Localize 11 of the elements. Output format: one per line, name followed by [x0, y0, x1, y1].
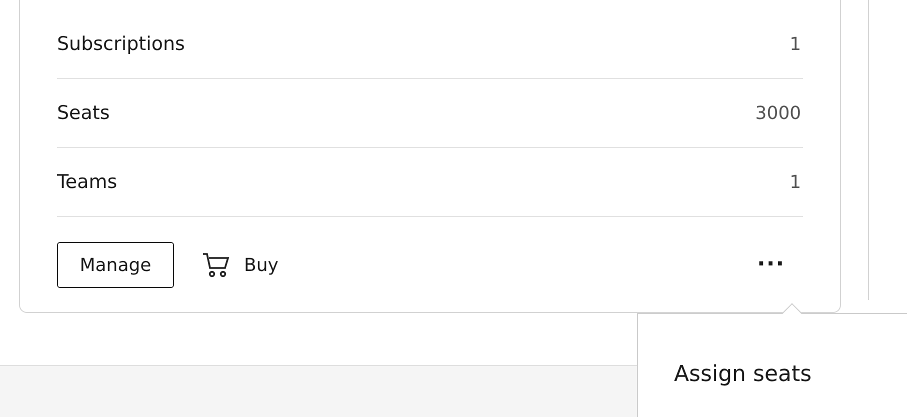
manage-button[interactable]: Manage: [57, 242, 174, 288]
buy-button[interactable]: Buy: [202, 252, 278, 278]
row-value: 1: [790, 170, 802, 194]
row-value: 1: [790, 32, 802, 56]
cart-icon: [202, 252, 230, 278]
more-button[interactable]: ···: [757, 254, 786, 276]
row-label: Seats: [57, 100, 110, 126]
row-value: 3000: [755, 102, 802, 126]
menu-item[interactable]: Assign seats: [674, 358, 812, 391]
row-label: Teams: [57, 170, 118, 195]
row-label: Subscriptions: [57, 32, 185, 57]
